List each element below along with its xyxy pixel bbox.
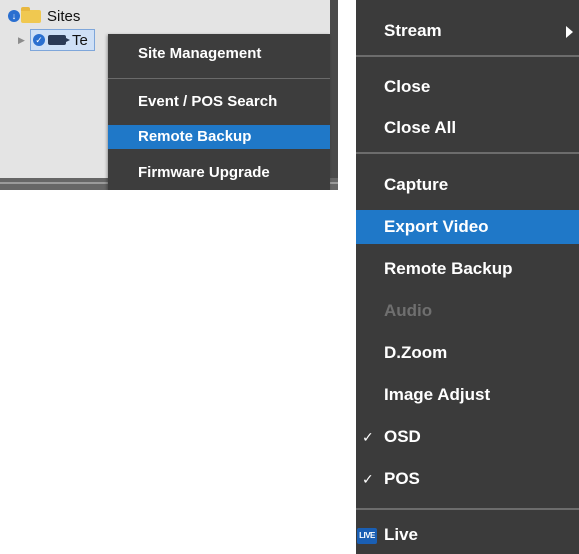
menu-item-close[interactable]: Close bbox=[356, 70, 579, 104]
submenu-arrow-icon bbox=[566, 26, 573, 38]
menu-item-site-management[interactable]: Site Management bbox=[108, 42, 330, 66]
tree-node-sites-label: Sites bbox=[47, 7, 81, 25]
site-context-menu: Site Management Event / POS Search Remot… bbox=[108, 34, 330, 190]
menu-separator bbox=[356, 152, 579, 154]
camera-icon bbox=[48, 35, 70, 45]
menu-item-export-video[interactable]: Export Video bbox=[356, 210, 579, 244]
menu-item-image-adjust[interactable]: Image Adjust bbox=[356, 378, 579, 412]
menu-item-stream-label: Stream bbox=[384, 21, 442, 40]
tree-node-site-label: Te bbox=[72, 31, 88, 49]
menu-item-dzoom[interactable]: D.Zoom bbox=[356, 336, 579, 370]
menu-item-remote-backup[interactable]: Remote Backup bbox=[108, 125, 330, 149]
download-badge-icon: ↓ bbox=[8, 10, 20, 22]
tree-node-site-selected[interactable]: ✓ Te bbox=[30, 29, 95, 51]
menu-item-audio: Audio bbox=[384, 301, 433, 320]
checkmark-icon: ✓ bbox=[362, 429, 374, 445]
menu-item-pos[interactable]: ✓ POS bbox=[356, 462, 579, 496]
expand-arrow-icon[interactable]: ▶ bbox=[18, 35, 30, 46]
menu-item-pos-label: POS bbox=[384, 469, 420, 488]
connected-check-icon: ✓ bbox=[33, 34, 45, 46]
tree-scrollbar[interactable] bbox=[330, 0, 338, 190]
tree-node-site[interactable]: ▶ ✓ Te bbox=[18, 29, 95, 51]
menu-item-stream[interactable]: Stream bbox=[356, 14, 579, 48]
menu-separator bbox=[356, 55, 579, 57]
site-tree-panel: ↓ Sites ▶ ✓ Te Site Management Event / P… bbox=[0, 0, 338, 190]
live-icon: LIVE bbox=[357, 528, 377, 544]
menu-item-live[interactable]: LIVE Live bbox=[356, 518, 579, 552]
menu-item-event-pos-search[interactable]: Event / POS Search bbox=[108, 90, 330, 114]
menu-item-close-all[interactable]: Close All bbox=[356, 111, 579, 145]
folder-icon bbox=[21, 6, 41, 23]
menu-item-capture[interactable]: Capture bbox=[356, 168, 579, 202]
menu-separator bbox=[356, 508, 579, 510]
tree-node-sites[interactable]: ↓ Sites bbox=[8, 6, 80, 26]
menu-item-remote-backup[interactable]: Remote Backup bbox=[356, 252, 579, 286]
menu-separator bbox=[108, 78, 330, 79]
checkmark-icon: ✓ bbox=[362, 471, 374, 487]
menu-item-firmware-upgrade[interactable]: Firmware Upgrade bbox=[108, 161, 330, 185]
menu-item-osd[interactable]: ✓ OSD bbox=[356, 420, 579, 454]
menu-item-osd-label: OSD bbox=[384, 427, 421, 446]
video-context-menu: Stream Close Close All Capture Export Vi… bbox=[356, 0, 579, 554]
menu-item-live-label: Live bbox=[384, 525, 419, 544]
